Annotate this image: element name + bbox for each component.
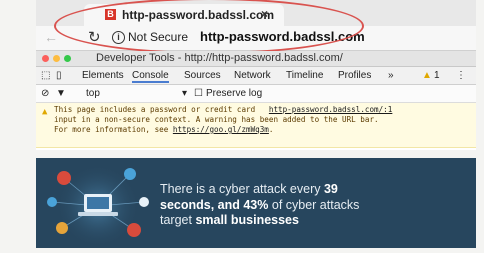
address-bar[interactable]: ← ↻ i Not Secure http-password.badssl.co… (36, 26, 476, 51)
browser-screenshot: B http-password.badssl.com × ← ↻ i Not S… (36, 0, 476, 150)
console-filter-bar: ⊘ ▼ top ▾ ☐ Preserve log (36, 85, 476, 103)
warning-triangle-icon: ▲ (422, 70, 432, 81)
console-warning-message: ▲ This page includes a password or credi… (36, 103, 476, 148)
devtools-menu-icon[interactable]: ⋮ (456, 70, 466, 81)
tab-timeline[interactable]: Timeline (286, 70, 323, 81)
clear-console-icon[interactable]: ⊘ (41, 88, 49, 99)
warning-text-3: For more information, see (54, 125, 169, 134)
preserve-log-checkbox[interactable]: ☐ (194, 88, 203, 99)
tab-favicon-icon: B (105, 9, 116, 20)
back-arrow-icon[interactable]: ← (44, 29, 58, 45)
tab-sources[interactable]: Sources (184, 70, 221, 81)
warning-text-1: This page includes a password or credit … (54, 105, 256, 114)
banner-text-1: There is a cyber attack every (160, 182, 324, 196)
info-icon[interactable]: i (112, 31, 125, 44)
browser-tab[interactable]: B http-password.badssl.com × (84, 4, 284, 26)
cyber-attack-banner: There is a cyber attack every 39 seconds… (36, 158, 476, 248)
banner-stat-percent: 43% (243, 197, 269, 212)
warning-end-punct: . (268, 125, 274, 134)
banner-text-2: seconds, and (160, 197, 244, 212)
banner-stat-seconds: 39 (323, 182, 338, 196)
tab-title: http-password.badssl.com (122, 8, 275, 22)
devtools-titlebar: Developer Tools - http://http-password.b… (36, 51, 476, 67)
warning-source-link[interactable]: http-password.badssl.com/:1 (269, 105, 392, 114)
more-tabs-icon[interactable]: » (388, 70, 394, 81)
tab-bar: B http-password.badssl.com × (36, 0, 476, 26)
warning-line-3: For more information, see https://goo.gl… (54, 125, 273, 136)
close-window-icon[interactable] (42, 55, 49, 62)
tab-console[interactable]: Console (132, 70, 169, 83)
context-select[interactable]: top (86, 88, 100, 99)
devtools-tab-bar: ⬚ ▯ Elements Console Sources Network Tim… (36, 67, 476, 85)
banner-emphasis: small businesses (195, 213, 299, 227)
banner-text-4: target (160, 213, 196, 227)
tab-profiles[interactable]: Profiles (338, 70, 371, 81)
tab-close-icon[interactable]: × (261, 7, 268, 21)
reload-icon[interactable]: ↻ (88, 28, 101, 46)
filter-icon[interactable]: ▼ (56, 88, 66, 99)
not-secure-label[interactable]: Not Secure (128, 30, 188, 44)
warning-count[interactable]: 1 (434, 70, 440, 81)
tab-elements[interactable]: Elements (82, 70, 124, 81)
device-mode-icon[interactable]: ▯ (56, 70, 62, 81)
warning-line-2: input in a non-secure context. A warning… (54, 115, 379, 124)
minimize-window-icon[interactable] (53, 55, 60, 62)
tab-network[interactable]: Network (234, 70, 271, 81)
context-dropdown-icon[interactable]: ▾ (182, 88, 187, 99)
devtools-window-title: Developer Tools - http://http-password.b… (96, 52, 343, 64)
inspect-element-icon[interactable]: ⬚ (41, 70, 50, 81)
preserve-log-label[interactable]: Preserve log (206, 88, 262, 99)
banner-statistic-text: There is a cyber attack every 39 seconds… (160, 182, 470, 229)
warning-line-1: This page includes a password or credit … (54, 105, 392, 116)
banner-text-3: of cyber attacks (268, 197, 360, 212)
maximize-window-icon[interactable] (64, 55, 71, 62)
cyber-network-illustration (47, 164, 149, 248)
warning-icon: ▲ (42, 107, 48, 117)
more-info-link[interactable]: https://goo.gl/zmWq3m (173, 125, 269, 134)
url-text[interactable]: http-password.badssl.com (200, 29, 365, 44)
